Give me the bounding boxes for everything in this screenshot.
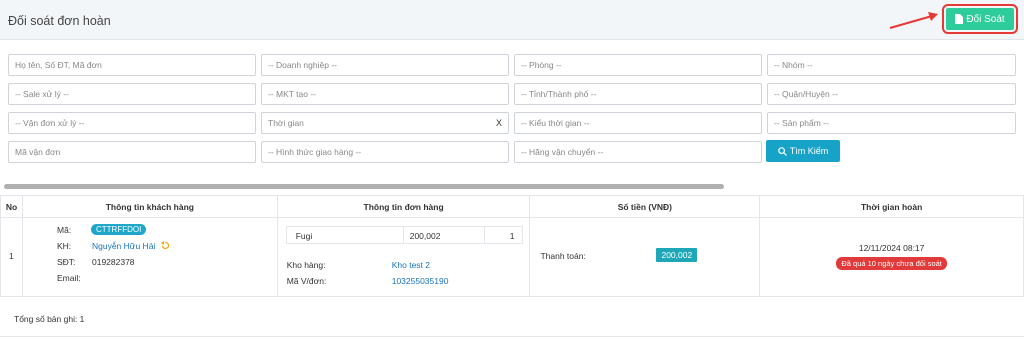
horizontal-scrollbar[interactable] bbox=[4, 184, 724, 189]
returns-table: No Thông tin khách hàng Thông tin đơn hà… bbox=[0, 195, 1024, 297]
history-icon[interactable] bbox=[160, 241, 169, 250]
kh-label: KH: bbox=[56, 241, 72, 251]
row-no-cell: 1 bbox=[0, 217, 23, 297]
product-name: Fugi bbox=[295, 231, 313, 241]
tracking-label: Mã V/đơn: bbox=[286, 276, 327, 286]
customer-name-link[interactable]: Nguyễn Hữu Hải bbox=[92, 241, 155, 251]
order-cell: Fugi 200,002 1 Kho hàng: Kho test 2 Mã V… bbox=[276, 217, 531, 297]
product-divider bbox=[402, 226, 404, 244]
search-icon bbox=[777, 146, 787, 156]
product-line bbox=[285, 226, 523, 244]
col-order: Thông tin đơn hàng bbox=[276, 195, 531, 218]
mkt-select[interactable]: -- MKT tạo -- bbox=[261, 83, 509, 105]
return-time-cell: 12/11/2024 08:17 Đã quá 10 ngày chưa đối… bbox=[759, 217, 1024, 297]
time-type-select[interactable]: -- Kiểu thời gian -- bbox=[514, 112, 762, 134]
return-time: 12/11/2024 08:17 bbox=[858, 243, 925, 253]
name-search-input[interactable]: Họ tên, Số ĐT, Mã đơn bbox=[8, 54, 256, 76]
order-code-badge: CTTRFFDOI bbox=[90, 224, 147, 235]
search-button[interactable]: Tìm Kiếm bbox=[766, 140, 840, 162]
payment-label: Thanh toán: bbox=[540, 251, 586, 261]
doi-soat-label: Đối Soát bbox=[966, 13, 1005, 25]
group-select[interactable]: -- Nhóm -- bbox=[767, 54, 1016, 76]
shipper-select[interactable]: -- Vận đơn xử lý -- bbox=[8, 112, 256, 134]
delivery-select[interactable]: -- Hình thức giao hàng -- bbox=[261, 141, 509, 163]
clear-time-button[interactable]: X bbox=[496, 118, 502, 128]
ma-label: Mã: bbox=[56, 225, 72, 235]
email-label: Email: bbox=[56, 273, 81, 283]
col-no: No bbox=[0, 195, 23, 218]
room-select[interactable]: -- Phòng -- bbox=[514, 54, 762, 76]
page-title: Đối soát đơn hoàn bbox=[8, 14, 111, 28]
time-range-input[interactable]: Thời gian X bbox=[261, 112, 509, 134]
col-customer: Thông tin khách hàng bbox=[21, 195, 278, 218]
product-qty: 1 bbox=[509, 231, 515, 241]
page-header: Đối soát đơn hoàn Đối Soát bbox=[0, 0, 1024, 40]
sale-select[interactable]: -- Sale xử lý -- bbox=[8, 83, 256, 105]
product-price: 200,002 bbox=[409, 231, 441, 241]
carrier-select[interactable]: -- Hãng vận chuyển -- bbox=[514, 141, 762, 163]
sdt-label: SĐT: bbox=[56, 257, 76, 267]
district-select[interactable]: -- Quận/Huyện -- bbox=[767, 83, 1016, 105]
total-records: Tổng số bản ghi: 1 bbox=[14, 314, 85, 324]
bottom-divider bbox=[0, 336, 1024, 337]
phone-value: 019282378 bbox=[91, 257, 135, 267]
tracking-input[interactable]: Mã vận đơn bbox=[8, 141, 256, 163]
doi-soat-button[interactable]: Đối Soát bbox=[942, 4, 1018, 34]
company-select[interactable]: -- Doanh nghiệp -- bbox=[261, 54, 509, 76]
province-select[interactable]: -- Tỉnh/Thành phố -- bbox=[514, 83, 762, 105]
document-icon bbox=[955, 14, 964, 24]
overdue-badge: Đã quá 10 ngày chưa đối soát bbox=[836, 257, 947, 270]
arrow-annotation-icon bbox=[889, 12, 938, 29]
payment-amount: 200,002 bbox=[656, 248, 698, 262]
row-no: 1 bbox=[9, 251, 14, 261]
time-range-placeholder: Thời gian bbox=[268, 118, 304, 128]
table-header-row: No Thông tin khách hàng Thông tin đơn hà… bbox=[0, 195, 1024, 218]
price-divider bbox=[483, 226, 485, 244]
search-label: Tìm Kiếm bbox=[789, 146, 829, 156]
filter-panel: Họ tên, Số ĐT, Mã đơn -- Doanh nghiệp --… bbox=[0, 40, 1024, 190]
table-row[interactable]: 1 Mã: CTTRFFDOI KH: Nguyễn Hữu Hải SĐT: … bbox=[0, 217, 1024, 297]
col-amount: Số tiền (VNĐ) bbox=[529, 195, 761, 218]
amount-cell: Thanh toán: 200,002 bbox=[529, 217, 761, 297]
tracking-link[interactable]: 103255035190 bbox=[392, 276, 449, 286]
warehouse-link[interactable]: Kho test 2 bbox=[392, 260, 430, 270]
product-select[interactable]: -- Sản phẩm -- bbox=[767, 112, 1016, 134]
customer-cell: Mã: CTTRFFDOI KH: Nguyễn Hữu Hải SĐT: 01… bbox=[21, 217, 278, 297]
col-return-time: Thời gian hoàn bbox=[759, 195, 1024, 218]
kho-label: Kho hàng: bbox=[286, 260, 326, 270]
warning-wrap: Đã quá 10 ngày chưa đối soát bbox=[760, 257, 1023, 270]
